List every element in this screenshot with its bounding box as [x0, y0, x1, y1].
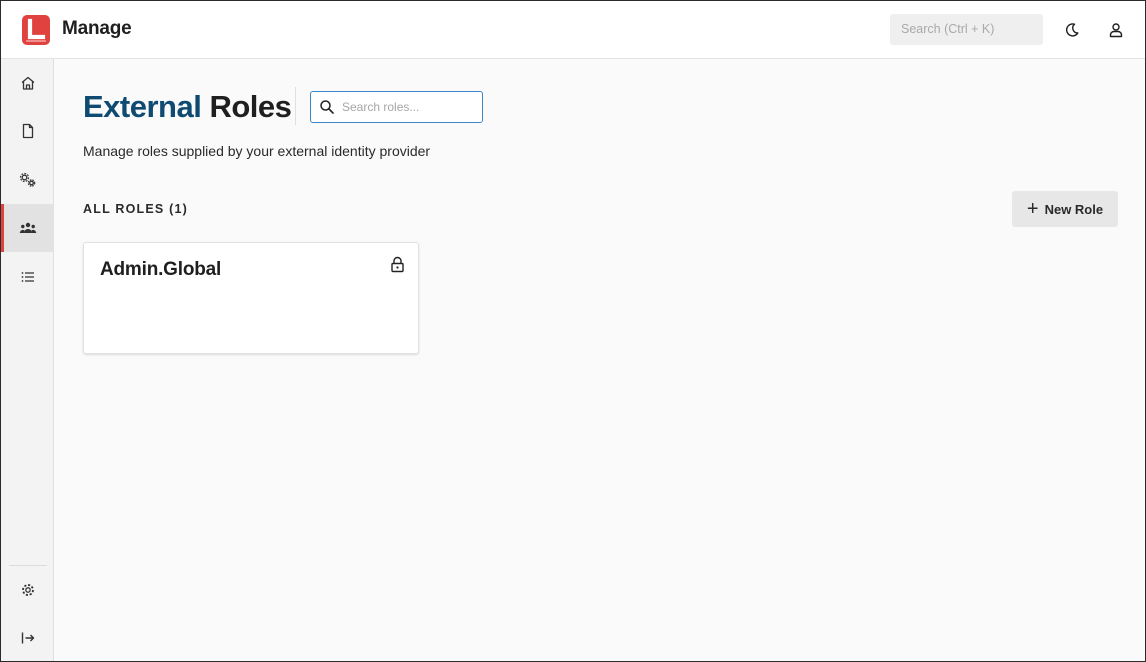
- lock-icon: [391, 256, 404, 273]
- moon-icon[interactable]: [1062, 20, 1082, 40]
- title-divider: [295, 87, 296, 125]
- roles-search-input[interactable]: [342, 100, 472, 114]
- role-card[interactable]: Admin.Global: [83, 242, 419, 354]
- users-icon: [19, 222, 36, 233]
- app-title: Manage: [62, 18, 132, 39]
- role-name: Admin.Global: [100, 259, 222, 280]
- search-icon: [320, 100, 334, 114]
- user-icon[interactable]: [1106, 20, 1126, 40]
- app-logo-icon[interactable]: [22, 15, 50, 45]
- global-search-input[interactable]: Search (Ctrl + K): [890, 14, 1043, 45]
- home-icon: [21, 76, 34, 90]
- plus-icon: +: [1026, 198, 1039, 220]
- main-content: External Roles Manage roles supplied by …: [55, 59, 1145, 661]
- sidebar-item-documents[interactable]: [1, 107, 54, 155]
- gears-icon: [19, 172, 35, 187]
- document-icon: [22, 123, 33, 139]
- roles-search-box[interactable]: [310, 91, 483, 123]
- collapse-icon: [21, 632, 34, 644]
- sidebar-item-list[interactable]: [1, 253, 54, 301]
- sidebar-item-roles[interactable]: [1, 204, 54, 252]
- roles-count-label: ALL ROLES (1): [83, 202, 188, 216]
- new-role-label: New Role: [1044, 201, 1104, 217]
- list-icon: [21, 272, 34, 282]
- new-role-button[interactable]: + New Role: [1012, 191, 1118, 227]
- sidebar-item-settings[interactable]: [1, 566, 54, 614]
- page-title-accent: External: [83, 89, 202, 124]
- sidebar-item-integrations[interactable]: [1, 156, 54, 204]
- page-title-rest: Roles: [209, 89, 292, 124]
- settings-icon: [21, 584, 34, 596]
- sidebar-collapse-button[interactable]: [1, 614, 54, 661]
- sidebar-item-home[interactable]: [1, 59, 54, 107]
- top-bar: Manage Search (Ctrl + K): [1, 1, 1145, 59]
- page-title: External Roles: [83, 89, 292, 125]
- sidebar: [1, 59, 54, 661]
- app-window: Manage Search (Ctrl + K) External Roles …: [0, 0, 1146, 662]
- page-subtitle: Manage roles supplied by your external i…: [83, 143, 431, 159]
